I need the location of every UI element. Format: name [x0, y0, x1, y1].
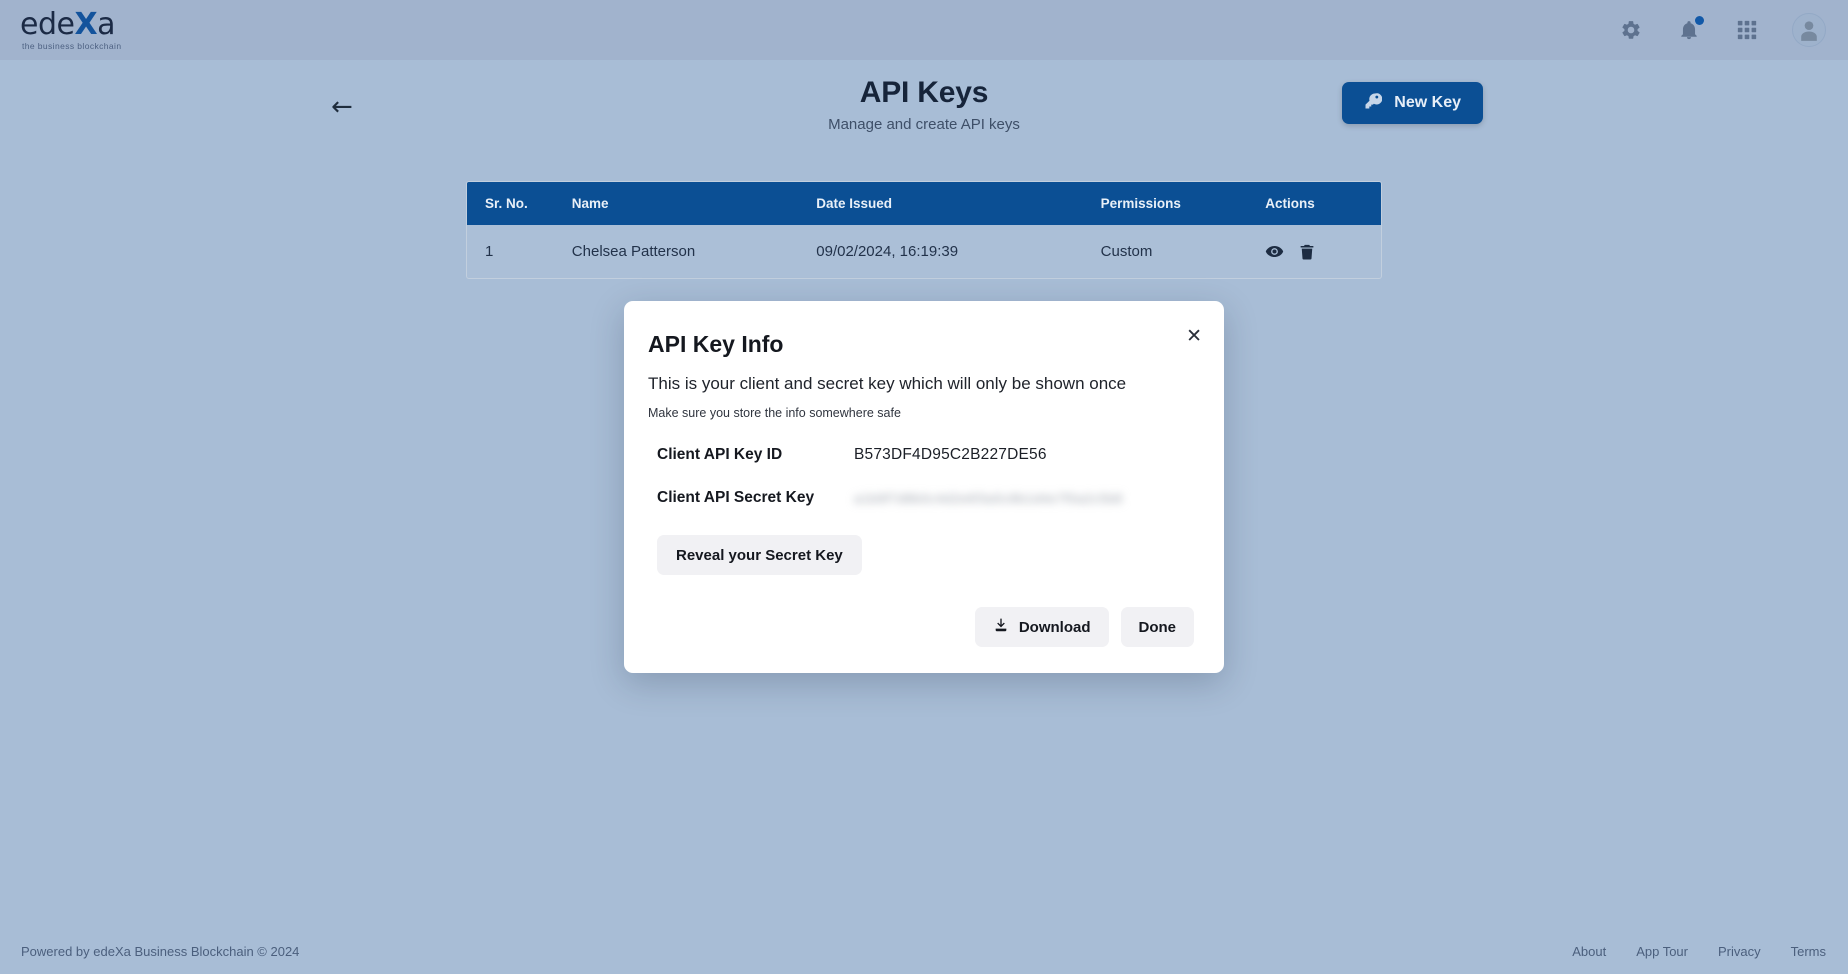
- logo-text-x: X: [74, 6, 98, 42]
- table-row[interactable]: 1 Chelsea Patterson 09/02/2024, 16:19:39…: [467, 225, 1381, 278]
- cell-name: Chelsea Patterson: [571, 243, 696, 260]
- api-keys-table: Sr. No. Name Date Issued Permissions Act…: [466, 181, 1382, 279]
- download-button-label: Download: [1018, 618, 1091, 636]
- logo-text-a: a: [97, 6, 115, 42]
- cell-sr-no: 1: [485, 243, 494, 260]
- table-body: 1 Chelsea Patterson 09/02/2024, 16:19:39…: [467, 225, 1381, 278]
- table-header-row: Sr. No. Name Date Issued Permissions Act…: [467, 182, 1381, 225]
- reveal-secret-key-button[interactable]: Reveal your Secret Key: [657, 535, 862, 575]
- trash-icon[interactable]: [1298, 243, 1316, 261]
- gear-icon[interactable]: [1618, 17, 1644, 43]
- footer-link-about[interactable]: About: [1572, 944, 1606, 959]
- column-header-date-issued: Date Issued: [816, 196, 893, 211]
- logo-tagline: the business blockchain: [22, 40, 122, 51]
- key-icon: [1364, 92, 1383, 115]
- page-footer: Powered by edeXa Business Blockchain © 2…: [0, 928, 1848, 974]
- footer-link-app-tour[interactable]: App Tour: [1636, 944, 1688, 959]
- bell-icon[interactable]: [1676, 16, 1704, 43]
- client-api-secret-key-row: Client API Secret Key a1b9f7d8b0c4d2e6f3…: [646, 489, 1202, 507]
- cell-actions: [1265, 225, 1381, 278]
- page-title-block: API Keys Manage and create API keys: [0, 66, 1848, 133]
- footer-link-privacy[interactable]: Privacy: [1718, 944, 1761, 959]
- edexa-logo[interactable]: edeXa the business blockchain: [20, 6, 122, 51]
- column-header-sr-no: Sr. No.: [485, 196, 528, 211]
- footer-links: About App Tour Privacy Terms: [1572, 944, 1826, 959]
- user-avatar-icon[interactable]: [1792, 13, 1826, 47]
- client-api-key-id-row: Client API Key ID B573DF4D95C2B227DE56: [646, 446, 1202, 464]
- column-header-permissions: Permissions: [1100, 196, 1181, 211]
- modal-note: Make sure you store the info somewhere s…: [648, 406, 901, 420]
- notification-badge: [1695, 16, 1704, 25]
- close-icon[interactable]: ✕: [1186, 327, 1202, 346]
- client-api-key-id-value: B573DF4D95C2B227DE56: [854, 446, 1047, 463]
- download-button[interactable]: Download: [974, 607, 1109, 647]
- column-header-name: Name: [571, 196, 609, 211]
- modal-title: API Key Info: [648, 331, 784, 357]
- api-key-info-modal: ✕ API Key Info This is your client and s…: [624, 301, 1224, 673]
- eye-icon[interactable]: [1265, 242, 1284, 261]
- done-button[interactable]: Done: [1120, 607, 1194, 647]
- cell-date-issued: 09/02/2024, 16:19:39: [816, 243, 959, 260]
- table-header: Sr. No. Name Date Issued Permissions Act…: [467, 182, 1381, 225]
- nav-icon-group: [1618, 13, 1826, 47]
- footer-copyright: Powered by edeXa Business Blockchain © 2…: [21, 943, 300, 959]
- modal-description: This is your client and secret key which…: [648, 374, 1127, 393]
- footer-link-terms[interactable]: Terms: [1791, 944, 1826, 959]
- cell-permissions: Custom: [1100, 243, 1153, 260]
- new-key-button[interactable]: New Key: [1342, 82, 1483, 124]
- client-api-secret-key-value: a1b9f7d8b0c4d2e6f3a5c8b1d4e7f0a2c5b8: [854, 490, 1123, 506]
- done-button-label: Done: [1138, 618, 1177, 636]
- page-subtitle: Manage and create API keys: [828, 116, 1020, 133]
- grid-apps-icon[interactable]: [1734, 17, 1760, 43]
- logo-text-ede: ede: [20, 6, 75, 42]
- page-header: ← API Keys Manage and create API keys Ne…: [0, 66, 1848, 152]
- client-api-key-id-label: Client API Key ID: [657, 446, 783, 463]
- modal-action-buttons: Download Done: [646, 607, 1202, 647]
- client-api-secret-key-label: Client API Secret Key: [657, 489, 815, 506]
- back-button[interactable]: ←: [331, 94, 353, 120]
- page-title: API Keys: [859, 76, 989, 109]
- new-key-button-label: New Key: [1394, 94, 1461, 111]
- download-icon: [993, 617, 1009, 637]
- top-navigation-bar: edeXa the business blockchain: [0, 0, 1848, 60]
- column-header-actions: Actions: [1265, 196, 1315, 211]
- logo-wordmark: edeXa: [20, 6, 121, 42]
